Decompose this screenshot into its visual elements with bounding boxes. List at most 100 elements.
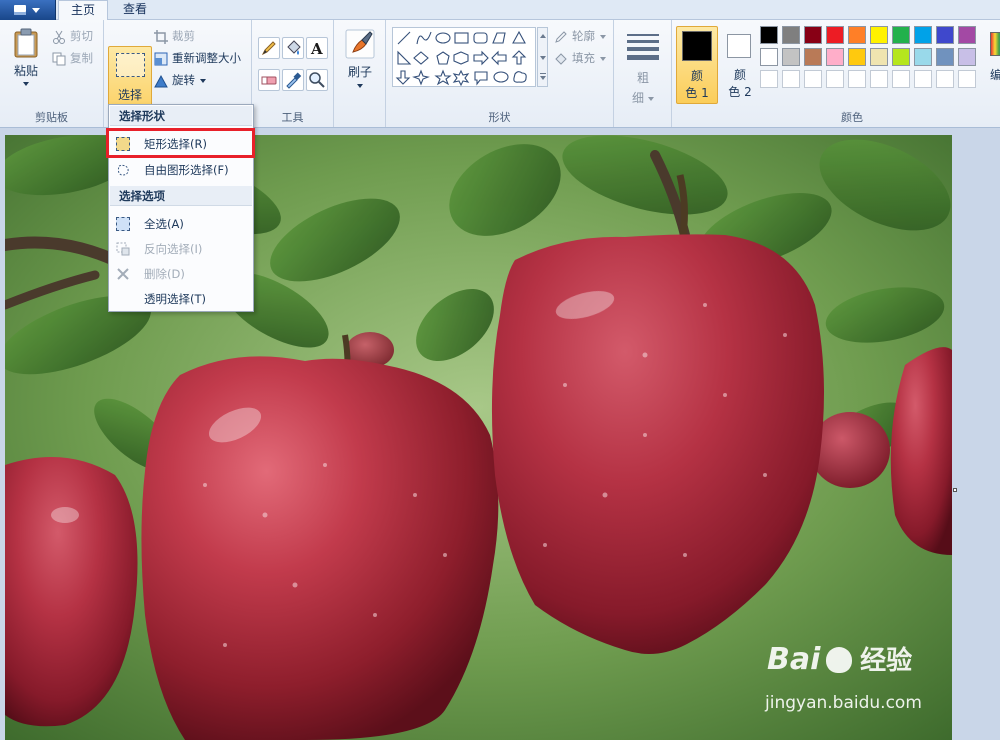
color-swatch[interactable] [870, 70, 888, 88]
menu-item-freeform-selection[interactable]: 自由图形选择(F) [110, 158, 252, 182]
outline-button[interactable]: 轮廓 [554, 26, 606, 46]
freeform-selection-icon [117, 164, 129, 176]
color-swatch[interactable] [760, 48, 778, 66]
color-swatch[interactable] [826, 26, 844, 44]
fill-bucket-icon [555, 52, 567, 65]
menu-header-selection-shapes: 选择形状 [110, 106, 252, 126]
color-swatch[interactable] [848, 48, 866, 66]
color-swatch[interactable] [936, 70, 954, 88]
watermark-url: jingyan.baidu.com [765, 693, 922, 713]
scissors-icon [53, 30, 65, 44]
rotate-label: 旋转 [172, 73, 195, 87]
line-width-icon [627, 34, 659, 60]
color-swatch[interactable] [782, 48, 800, 66]
text-icon: A [310, 40, 323, 58]
menu-item-invert-selection[interactable]: 反向选择(I) [110, 237, 252, 261]
color1-label-line2: 色 1 [685, 86, 709, 100]
fill-tool[interactable] [282, 37, 304, 59]
color2-label-line1: 颜 [733, 68, 746, 82]
gallery-expand-arrow-icon [540, 76, 546, 80]
color-swatch[interactable] [892, 48, 910, 66]
crop-button[interactable]: 裁剪 [154, 26, 195, 46]
shapes-gallery-scrollbar[interactable] [537, 27, 548, 87]
paste-button[interactable]: 粘贴 [6, 24, 46, 100]
shapes-gallery[interactable] [392, 27, 536, 87]
color2-label-line2: 色 2 [728, 85, 752, 99]
copy-button[interactable]: 复制 [52, 48, 93, 68]
magnifier-tool[interactable] [306, 69, 328, 91]
color-swatch[interactable] [958, 26, 976, 44]
menu-item-label: 全选(A) [144, 217, 184, 231]
paste-label: 粘贴 [13, 64, 38, 78]
color-swatch[interactable] [914, 48, 932, 66]
color-swatch[interactable] [804, 70, 822, 88]
color-swatch[interactable] [914, 70, 932, 88]
menu-item-label: 自由图形选择(F) [144, 163, 229, 177]
color-swatch[interactable] [782, 26, 800, 44]
shapes-gallery-icons [395, 30, 527, 87]
color-swatch[interactable] [936, 48, 954, 66]
color2-button[interactable]: 颜 色 2 [720, 26, 760, 104]
pencil-icon [261, 41, 276, 56]
paint-bucket-icon [287, 40, 301, 55]
color-swatch[interactable] [760, 70, 778, 88]
color-swatch[interactable] [760, 26, 778, 44]
color-swatch[interactable] [826, 70, 844, 88]
color-swatch[interactable] [848, 26, 866, 44]
selection-rectangle-icon [116, 53, 145, 77]
color-swatch[interactable] [804, 26, 822, 44]
eraser-tool[interactable] [258, 69, 280, 91]
pencil-tool[interactable] [258, 37, 280, 59]
resize-button[interactable]: 重新调整大小 [154, 48, 241, 68]
menu-item-label: 透明选择(T) [144, 292, 206, 306]
color-swatch[interactable] [892, 26, 910, 44]
tab-home[interactable]: 主页 [58, 0, 108, 21]
scroll-down-icon [540, 56, 546, 60]
magnifier-icon [309, 72, 325, 88]
menu-item-label: 删除(D) [144, 267, 185, 281]
resize-label: 重新调整大小 [172, 51, 241, 65]
color-swatch[interactable] [892, 70, 910, 88]
brush-icon [345, 29, 375, 59]
color-swatch[interactable] [870, 48, 888, 66]
crop-icon [154, 29, 168, 44]
menu-item-transparent-selection[interactable]: 透明选择(T) [110, 287, 252, 311]
eraser-icon [261, 76, 277, 85]
canvas-resize-handle[interactable] [953, 488, 957, 492]
shapes-group-label: 形状 [488, 111, 511, 124]
menu-item-delete[interactable]: 删除(D) [110, 262, 252, 286]
fill-button[interactable]: 填充 [554, 48, 606, 68]
menu-item-select-all[interactable]: 全选(A) [110, 212, 252, 236]
tab-view[interactable]: 查看 [114, 0, 156, 20]
application-menu-button[interactable] [0, 0, 56, 20]
color1-button[interactable]: 颜 色 1 [676, 26, 718, 104]
text-tool[interactable]: A [306, 37, 328, 59]
color-swatch[interactable] [958, 48, 976, 66]
color-swatch[interactable] [782, 70, 800, 88]
chevron-down-icon [357, 84, 363, 88]
rotate-button[interactable]: 旋转 [154, 70, 206, 90]
menu-item-label: 反向选择(I) [144, 242, 203, 256]
color-swatch[interactable] [826, 48, 844, 66]
highlight-annotation [106, 128, 255, 158]
shapes-group: 轮廓 填充 形状 [386, 20, 614, 127]
color-swatch[interactable] [848, 70, 866, 88]
edit-colors-button[interactable]: 编辑 [988, 26, 1000, 104]
color-picker-tool[interactable] [282, 69, 304, 91]
color-swatch[interactable] [958, 70, 976, 88]
outline-label: 轮廓 [572, 29, 595, 43]
brushes-button[interactable]: 刷子 [338, 26, 382, 104]
color-swatch[interactable] [914, 26, 932, 44]
eyedropper-icon [286, 72, 302, 89]
baidu-watermark: Bai 经验 [767, 640, 912, 677]
cut-button[interactable]: 剪切 [52, 26, 93, 46]
color-swatch[interactable] [870, 26, 888, 44]
gallery-expand-icon [540, 73, 546, 74]
copy-icon [52, 52, 66, 65]
size-button[interactable]: 粗 细 [620, 26, 666, 106]
ribbon-tab-bar: 主页 查看 [0, 0, 1000, 21]
color-swatch[interactable] [804, 48, 822, 66]
invert-selection-icon [116, 242, 130, 256]
color-swatch[interactable] [936, 26, 954, 44]
color1-swatch [682, 31, 712, 61]
